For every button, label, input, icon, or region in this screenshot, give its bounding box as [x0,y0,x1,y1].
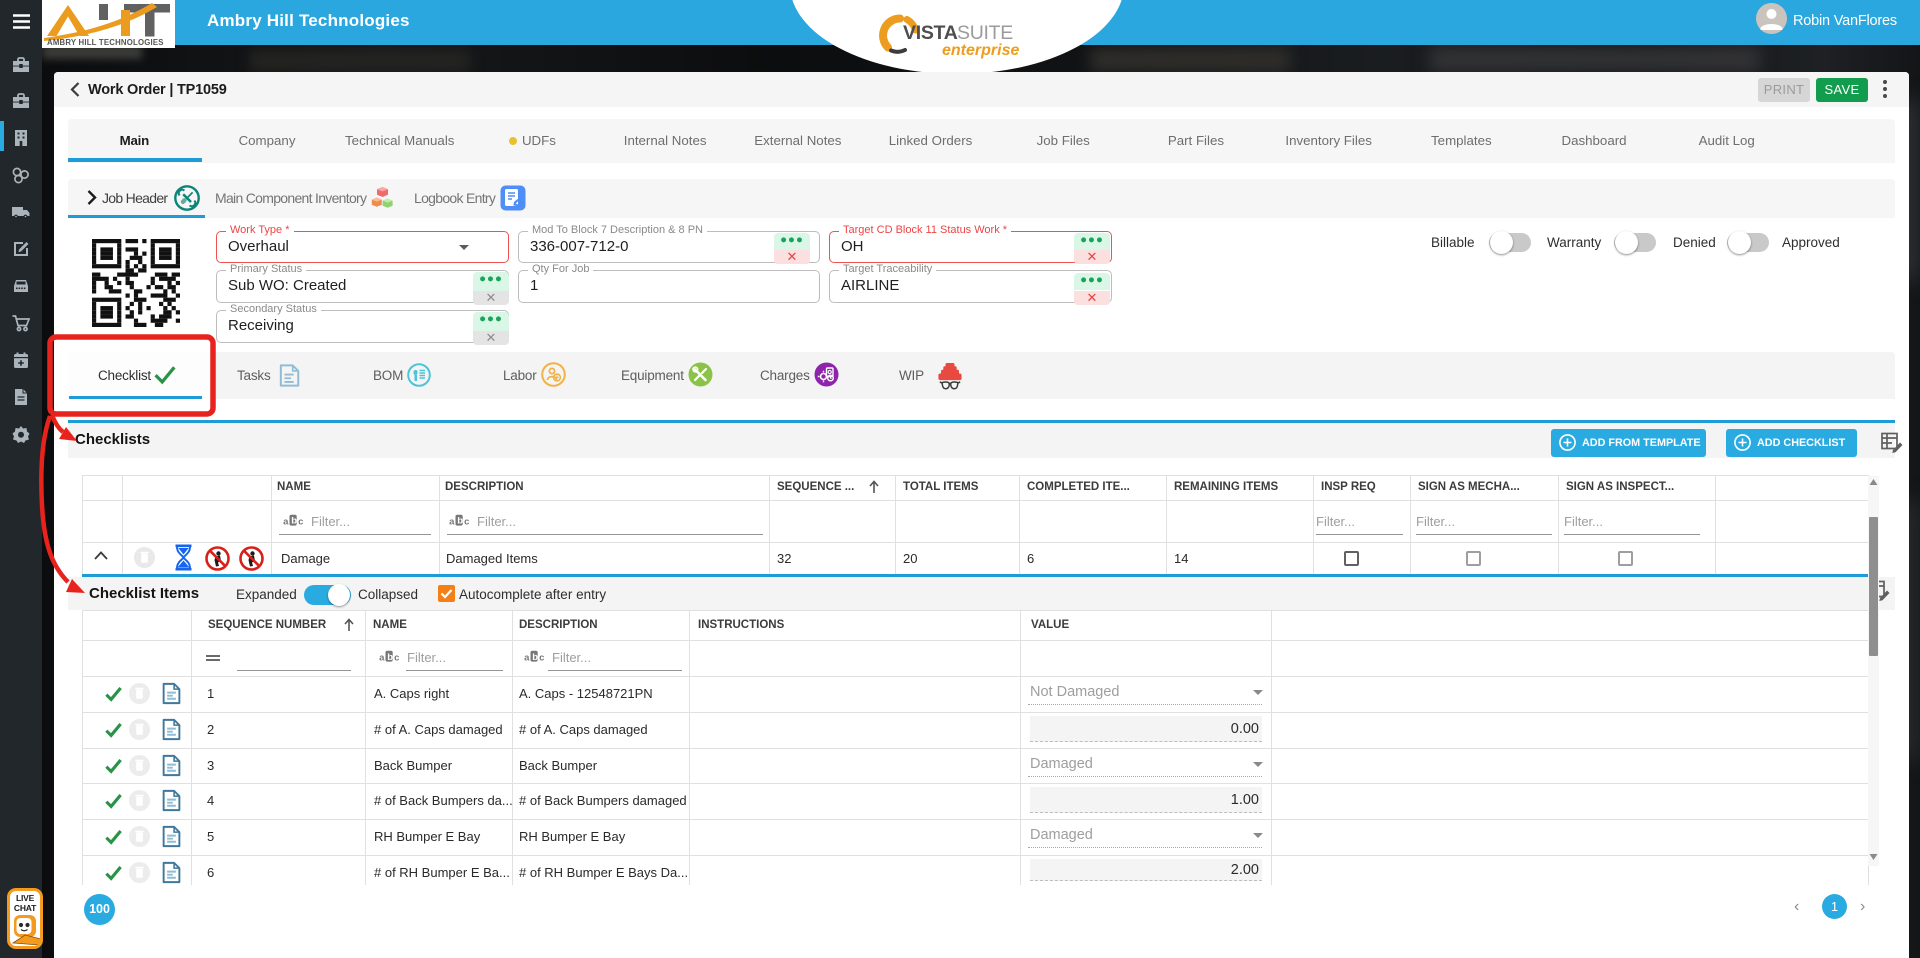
svg-text:a: a [379,653,385,664]
svg-text:a: a [449,517,455,528]
svg-text:a: a [524,653,530,664]
svg-text:b: b [387,652,393,663]
svg-text:b: b [532,652,538,663]
svg-text:b: b [457,516,463,527]
svg-text:c: c [539,653,544,664]
svg-text:SUITE: SUITE [957,22,1013,44]
svg-text:c: c [394,653,399,664]
svg-text:VISTA: VISTA [903,22,958,44]
svg-text:enterprise: enterprise [942,42,1019,59]
svg-text:c: c [464,517,469,528]
